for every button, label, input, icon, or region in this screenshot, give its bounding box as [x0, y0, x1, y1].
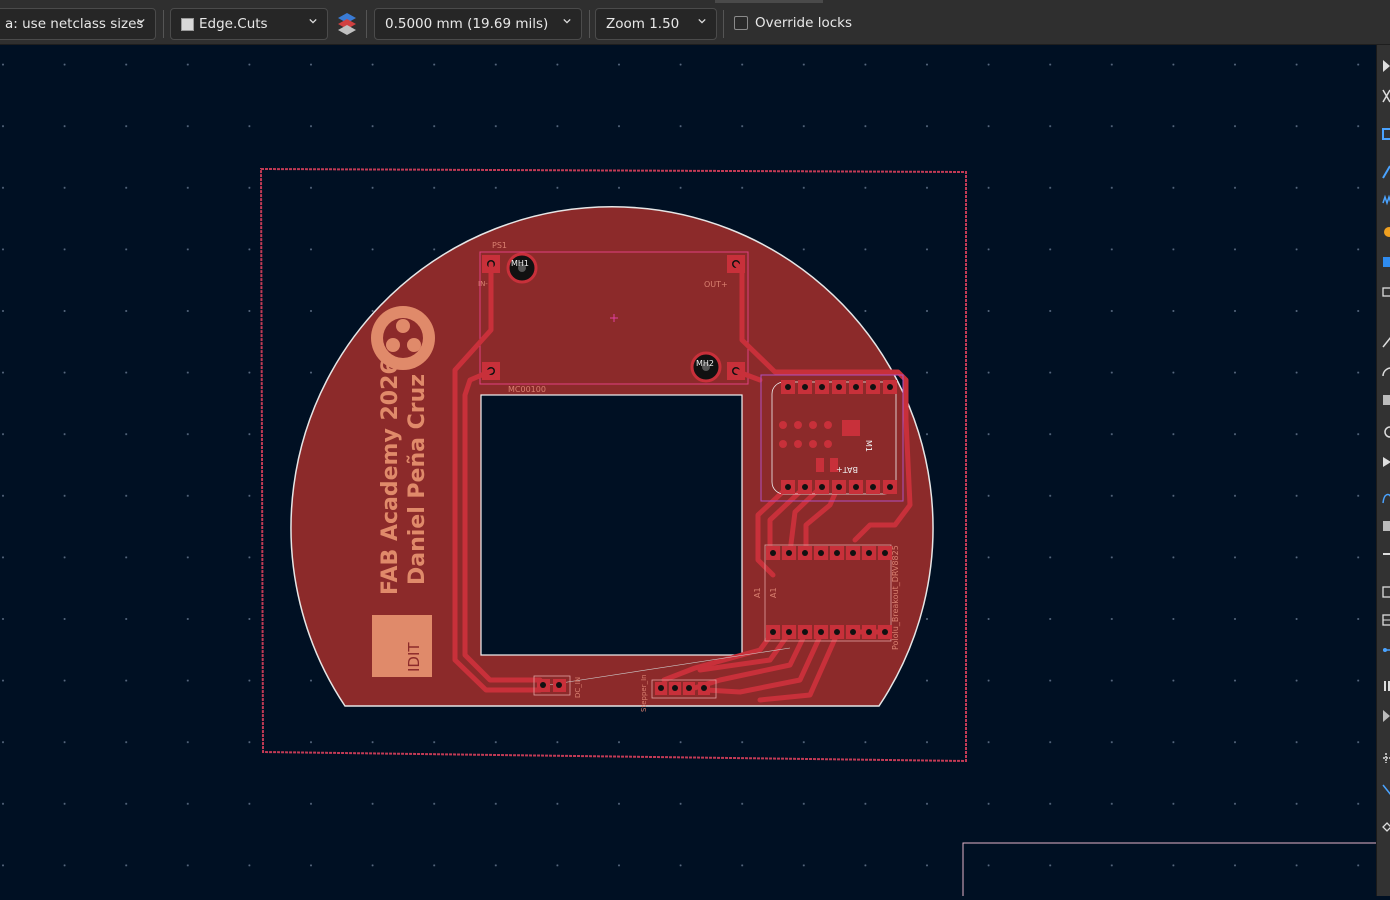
override-locks-checkbox[interactable]: Override locks	[734, 15, 852, 31]
pcb-canvas-svg[interactable]: MC00100 PS1 OUT+ IN- MH1 MH2 BAT+ M1 Pol…	[0, 45, 1376, 896]
curve-icon[interactable]	[1382, 491, 1390, 505]
layer-color-swatch	[181, 17, 194, 31]
mh1-ref: MH1	[511, 259, 529, 268]
mh2-ref: MH2	[696, 359, 714, 368]
mcu-pads-bottom[interactable]	[781, 480, 897, 494]
measure-icon[interactable]	[1382, 783, 1390, 797]
separator	[589, 10, 590, 38]
chevron-down-icon	[309, 18, 317, 24]
grid-origin-icon[interactable]	[1382, 751, 1390, 765]
track-size-value: a: use netclass sizes	[5, 16, 144, 32]
bat-label: BAT+	[836, 465, 858, 474]
a1-value: A1	[769, 587, 778, 598]
checkbox-box[interactable]	[734, 16, 748, 30]
zoom-select[interactable]: Zoom 1.50	[595, 8, 717, 40]
arc-icon[interactable]	[1382, 363, 1390, 377]
display-ref: MC00100	[508, 385, 546, 394]
layer-pair-icon[interactable]	[336, 11, 358, 37]
silk-title: FAB Academy 2026	[378, 359, 403, 595]
idit-logo-text: IDIT	[405, 642, 423, 672]
silk-author: Daniel Peña Cruz	[405, 374, 430, 585]
chevron-down-icon	[563, 18, 571, 24]
line-icon[interactable]	[1382, 335, 1390, 349]
track-size-select[interactable]: a: use netclass sizes	[0, 8, 156, 40]
textbox-icon[interactable]	[1382, 585, 1390, 599]
separator	[366, 10, 367, 38]
polygon-icon[interactable]	[1382, 455, 1390, 469]
tune-icon[interactable]	[1382, 193, 1390, 207]
rectangle-icon[interactable]	[1382, 393, 1390, 407]
tab-strip	[715, 0, 823, 3]
m1-ref: M1	[864, 440, 873, 452]
chevron-down-icon	[698, 18, 706, 24]
dimension-icon[interactable]	[1382, 643, 1390, 657]
override-locks-label: Override locks	[755, 15, 852, 31]
grid-select[interactable]: 0.5000 mm (19.69 mils)	[374, 8, 582, 40]
chevron-down-icon	[137, 18, 145, 24]
zoom-value: Zoom 1.50	[606, 16, 680, 32]
separator	[723, 10, 724, 38]
layer-align-icon[interactable]	[1382, 679, 1390, 693]
driver-ref: Pololu_Breakout_DRV8825	[891, 545, 900, 650]
rule-area-icon[interactable]	[1382, 285, 1390, 299]
right-toolbar	[1376, 45, 1390, 896]
a1-ref: A1	[753, 587, 762, 598]
circle-icon[interactable]	[1382, 425, 1390, 439]
zone-icon[interactable]	[1382, 255, 1390, 269]
idit-logo	[372, 615, 432, 677]
stepper-ref: Stepper_In	[640, 674, 648, 712]
image-icon[interactable]	[1382, 519, 1390, 533]
layer-select[interactable]: Edge.Cuts	[170, 8, 328, 40]
out-plus-label: OUT+	[704, 280, 728, 289]
text-icon[interactable]	[1382, 547, 1390, 561]
origin-icon[interactable]	[1382, 709, 1390, 723]
footprint-icon[interactable]	[1382, 127, 1390, 141]
via-icon[interactable]	[1382, 225, 1390, 239]
pcb-canvas[interactable]: MC00100 PS1 OUT+ IN- MH1 MH2 BAT+ M1 Pol…	[0, 45, 1376, 896]
mcu-pads-top[interactable]	[781, 380, 897, 394]
toolbar: a: use netclass sizes Edge.Cuts 0.5000 m…	[0, 0, 1390, 45]
layer-value: Edge.Cuts	[199, 16, 268, 32]
eraser-icon[interactable]	[1382, 821, 1390, 835]
select-icon[interactable]	[1382, 59, 1390, 73]
separator	[163, 10, 164, 38]
in-minus-label: IN-	[478, 280, 488, 288]
route-icon[interactable]	[1382, 89, 1390, 103]
grid-value: 0.5000 mm (19.69 mils)	[385, 16, 549, 32]
track-icon[interactable]	[1382, 165, 1390, 179]
display-cutout[interactable]	[480, 394, 743, 656]
table-icon[interactable]	[1382, 613, 1390, 627]
ps1-ref: PS1	[492, 241, 507, 250]
dc-in-ref: DC_IN	[574, 677, 582, 698]
